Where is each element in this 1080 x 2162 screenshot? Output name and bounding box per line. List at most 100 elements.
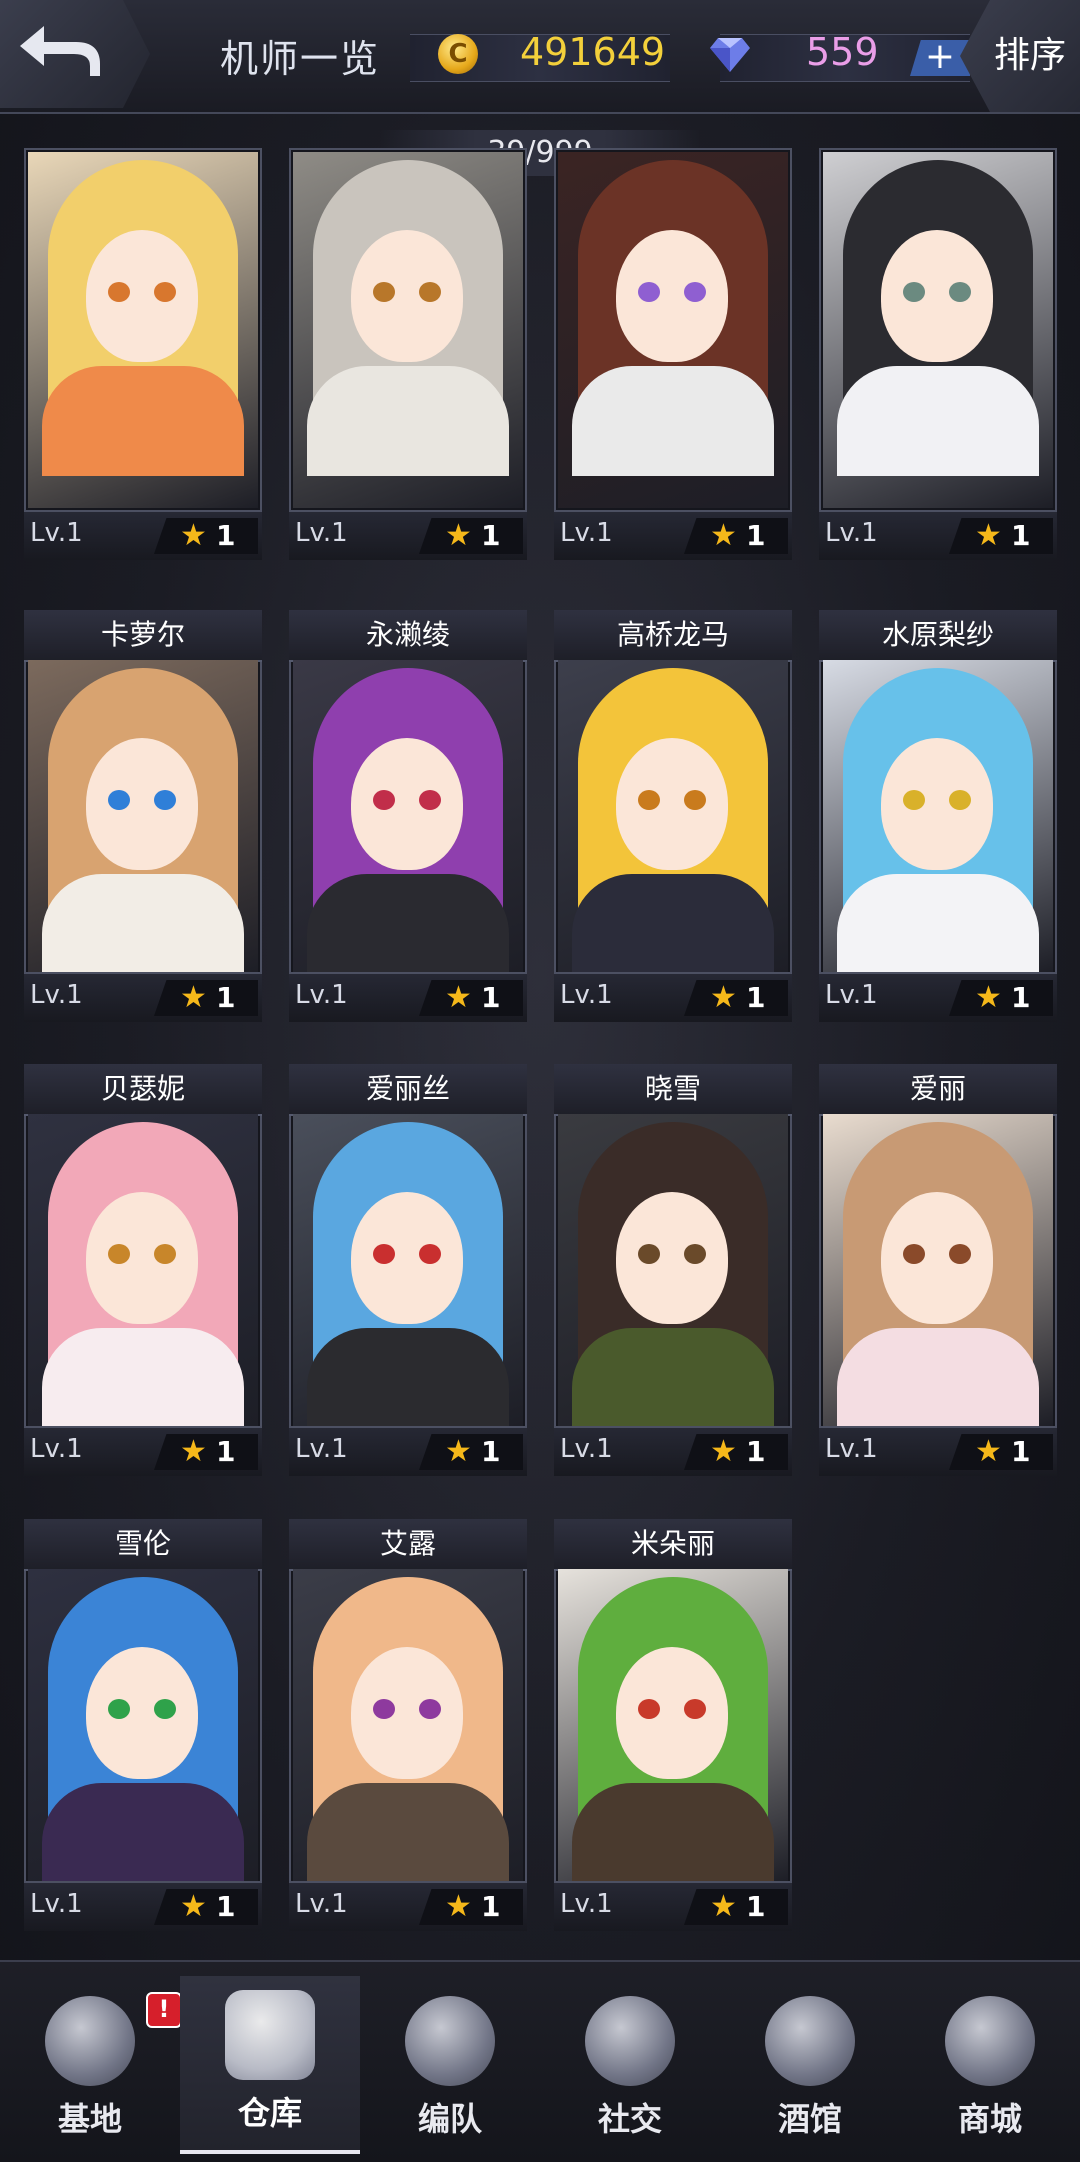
star-rank: ★ 1 (419, 980, 523, 1016)
star-icon: ★ (180, 1434, 207, 1469)
nav-warehouse[interactable]: 仓库 (180, 1976, 360, 2154)
pilot-card[interactable]: 高桥龙马 Lv.1 ★ 1 (554, 610, 792, 1022)
star-icon: ★ (180, 980, 207, 1015)
pilot-level: Lv.1 (560, 980, 613, 1010)
bottom-navigation: 基地 ! 仓库 编队 社交 酒馆 商城 (0, 1960, 1080, 2162)
star-rank: ★ 1 (684, 980, 788, 1016)
star-icon: ★ (710, 980, 737, 1015)
level-bar: Lv.1 ★ 1 (819, 510, 1057, 560)
pilot-grid: Lv.1 ★ 1 Lv.1 ★ 1 Lv.1 ★ 1 Lv.1 ★ 1 卡萝尔 … (0, 0, 1080, 1960)
pilot-portrait (293, 152, 523, 508)
nav-label: 商城 (957, 2100, 1022, 2138)
pilot-name: 米朵丽 (554, 1519, 792, 1571)
star-rank: ★ 1 (684, 1434, 788, 1470)
warehouse-icon (225, 1990, 315, 2080)
pilot-card[interactable]: 卡萝尔 Lv.1 ★ 1 (24, 610, 262, 1022)
level-bar: Lv.1 ★ 1 (554, 972, 792, 1022)
pilot-level: Lv.1 (560, 518, 613, 548)
star-rank: ★ 1 (949, 1434, 1053, 1470)
nav-label: 编队 (417, 2100, 482, 2138)
nav-label: 社交 (597, 2100, 662, 2138)
star-count: 1 (1011, 981, 1031, 1014)
pilot-portrait (293, 660, 523, 972)
level-bar: Lv.1 ★ 1 (554, 1426, 792, 1476)
star-rank: ★ 1 (949, 980, 1053, 1016)
star-rank: ★ 1 (154, 1889, 258, 1925)
pilot-name: 水原梨纱 (819, 610, 1057, 662)
star-icon: ★ (975, 980, 1002, 1015)
star-icon: ★ (975, 1434, 1002, 1469)
star-count: 1 (216, 981, 236, 1014)
pilot-portrait (28, 660, 258, 972)
pilot-portrait (28, 1114, 258, 1426)
star-count: 1 (481, 1890, 501, 1923)
pilot-portrait (28, 1569, 258, 1881)
pilot-card[interactable]: 水原梨纱 Lv.1 ★ 1 (819, 610, 1057, 1022)
pilot-portrait (293, 1114, 523, 1426)
pilot-name: 爱丽丝 (289, 1064, 527, 1116)
pilot-name: 晓雪 (554, 1064, 792, 1116)
shop-icon (945, 1996, 1035, 2086)
nav-label: 仓库 (237, 2094, 302, 2132)
level-bar: Lv.1 ★ 1 (289, 972, 527, 1022)
nav-social[interactable]: 社交 (540, 1982, 720, 2152)
star-count: 1 (746, 519, 766, 552)
pilot-card[interactable]: 雪伦 Lv.1 ★ 1 (24, 1519, 262, 1931)
star-rank: ★ 1 (419, 518, 523, 554)
star-icon: ★ (710, 1434, 737, 1469)
nav-tavern[interactable]: 酒馆 (720, 1982, 900, 2152)
base-icon (45, 1996, 135, 2086)
star-count: 1 (216, 519, 236, 552)
star-count: 1 (481, 1435, 501, 1468)
pilot-portrait (823, 1114, 1053, 1426)
star-icon: ★ (180, 518, 207, 553)
pilot-card[interactable]: 贝瑟妮 Lv.1 ★ 1 (24, 1064, 262, 1476)
star-rank: ★ 1 (684, 1889, 788, 1925)
star-count: 1 (746, 1435, 766, 1468)
alert-badge: ! (146, 1992, 182, 2028)
pilot-portrait (558, 660, 788, 972)
nav-base[interactable]: 基地 ! (0, 1982, 182, 2152)
pilot-card[interactable]: 艾露 Lv.1 ★ 1 (289, 1519, 527, 1931)
star-icon: ★ (445, 1434, 472, 1469)
pilot-portrait (823, 660, 1053, 972)
nav-formation[interactable]: 编队 (360, 1982, 540, 2152)
nav-label: 酒馆 (777, 2100, 842, 2138)
star-icon: ★ (445, 1889, 472, 1924)
star-count: 1 (481, 519, 501, 552)
level-bar: Lv.1 ★ 1 (554, 510, 792, 560)
star-count: 1 (1011, 519, 1031, 552)
formation-icon (405, 1996, 495, 2086)
star-count: 1 (216, 1890, 236, 1923)
level-bar: Lv.1 ★ 1 (24, 1426, 262, 1476)
nav-shop[interactable]: 商城 (900, 1982, 1080, 2152)
star-count: 1 (481, 981, 501, 1014)
pilot-portrait (558, 1569, 788, 1881)
star-rank: ★ 1 (949, 518, 1053, 554)
pilot-card[interactable]: Lv.1 ★ 1 (289, 148, 527, 560)
pilot-card[interactable]: 爱丽丝 Lv.1 ★ 1 (289, 1064, 527, 1476)
pilot-name: 卡萝尔 (24, 610, 262, 662)
pilot-name: 贝瑟妮 (24, 1064, 262, 1116)
pilot-level: Lv.1 (295, 518, 348, 548)
pilot-level: Lv.1 (825, 1434, 878, 1464)
pilot-portrait (28, 152, 258, 508)
social-icon (585, 1996, 675, 2086)
pilot-portrait (558, 1114, 788, 1426)
star-rank: ★ 1 (684, 518, 788, 554)
pilot-level: Lv.1 (30, 1434, 83, 1464)
pilot-name: 艾露 (289, 1519, 527, 1571)
pilot-card[interactable]: 米朵丽 Lv.1 ★ 1 (554, 1519, 792, 1931)
star-icon: ★ (975, 518, 1002, 553)
pilot-level: Lv.1 (295, 1434, 348, 1464)
pilot-card[interactable]: 晓雪 Lv.1 ★ 1 (554, 1064, 792, 1476)
level-bar: Lv.1 ★ 1 (24, 510, 262, 560)
pilot-name: 高桥龙马 (554, 610, 792, 662)
pilot-card[interactable]: 爱丽 Lv.1 ★ 1 (819, 1064, 1057, 1476)
pilot-level: Lv.1 (295, 980, 348, 1010)
pilot-card[interactable]: 永濑绫 Lv.1 ★ 1 (289, 610, 527, 1022)
tavern-icon (765, 1996, 855, 2086)
pilot-card[interactable]: Lv.1 ★ 1 (819, 148, 1057, 560)
pilot-card[interactable]: Lv.1 ★ 1 (24, 148, 262, 560)
pilot-card[interactable]: Lv.1 ★ 1 (554, 148, 792, 560)
